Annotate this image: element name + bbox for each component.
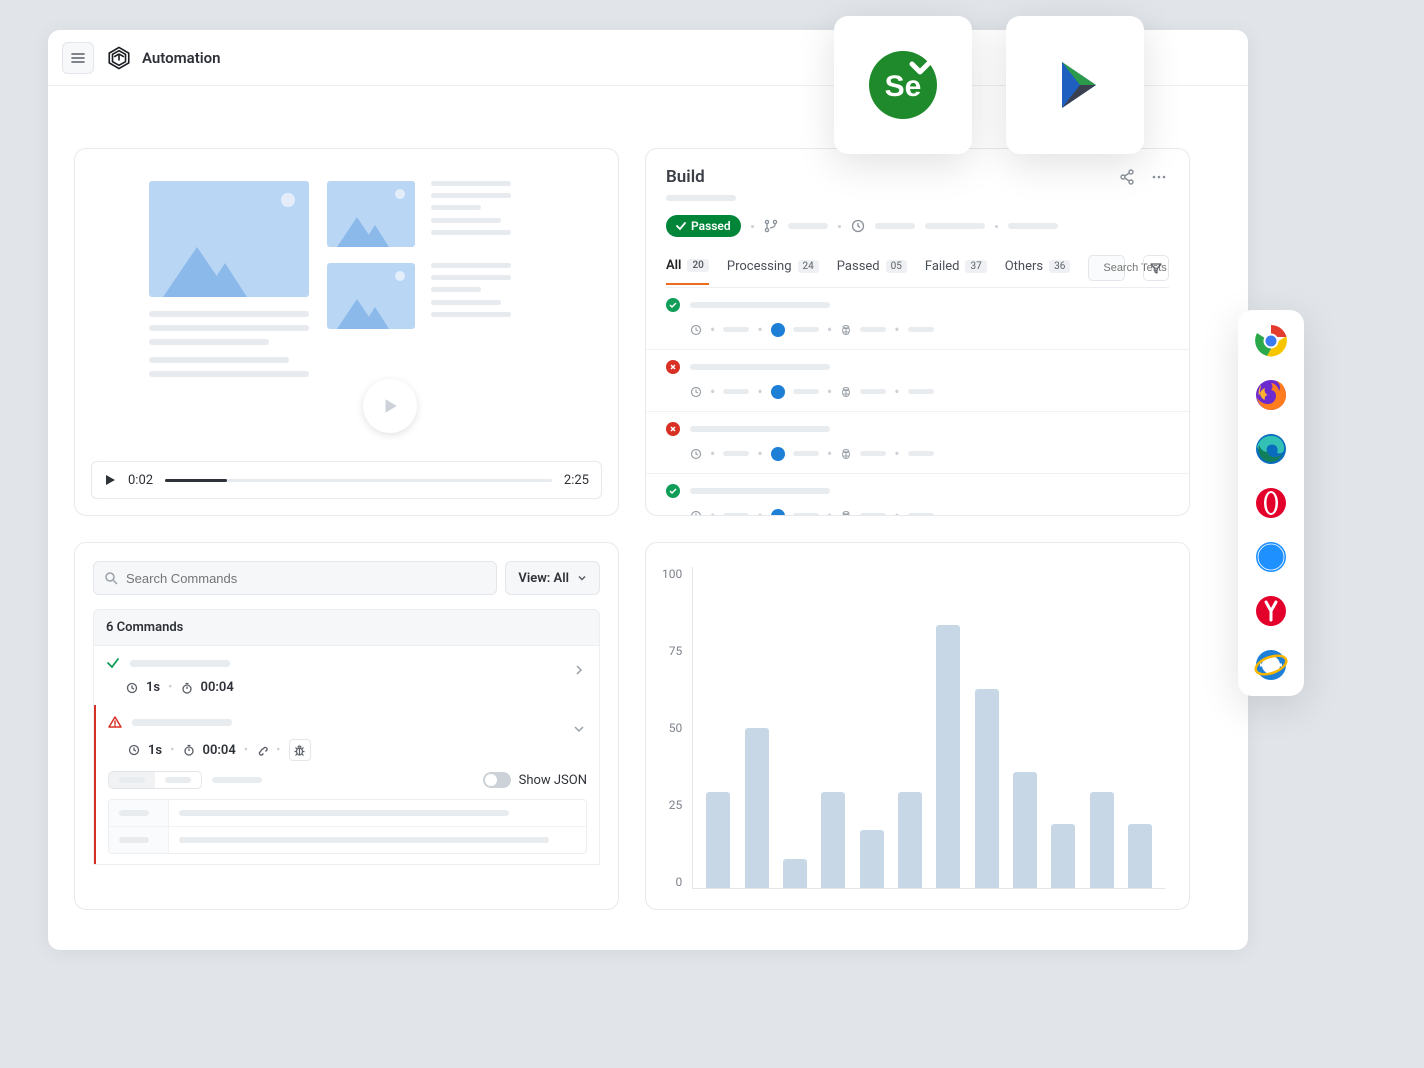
play-button[interactable] [363, 379, 417, 433]
status-badge: Passed [666, 215, 741, 237]
chart-bar [975, 689, 999, 888]
video-duration: 2:25 [564, 473, 589, 488]
chart-bar [860, 830, 884, 888]
chart-bar [1051, 824, 1075, 888]
menu-button[interactable] [62, 42, 94, 74]
command-tag [108, 771, 202, 789]
browser-list [1238, 310, 1304, 696]
thumbnail-small [327, 181, 415, 247]
more-button[interactable] [1149, 167, 1169, 187]
warning-icon [108, 715, 122, 729]
build-tabs: All20 Processing24 Passed05 Failed37 Others3… [666, 255, 1169, 288]
chevron-right-icon [573, 664, 585, 676]
stopwatch-icon [181, 682, 193, 694]
thumbnail-large [149, 181, 309, 297]
chart-card: 1007550250 [645, 542, 1190, 910]
check-icon [106, 656, 120, 670]
play-logo-icon [1040, 50, 1110, 120]
view-select[interactable]: View: All [505, 561, 600, 595]
selenium-card: Se [834, 16, 972, 154]
chart-bar [1128, 824, 1152, 888]
chevron-down-icon [577, 573, 587, 583]
stopwatch-icon [183, 744, 195, 756]
tab-others[interactable]: Others36 [1005, 259, 1071, 284]
more-icon [1151, 169, 1167, 185]
video-current-time: 0:02 [128, 473, 153, 488]
chart-bar [1013, 772, 1037, 888]
chrome-icon [1254, 324, 1288, 358]
search-icon [104, 571, 118, 585]
play-small-icon[interactable] [104, 474, 116, 486]
commands-count: 6 Commands [93, 609, 600, 646]
chevron-down-icon [573, 723, 585, 735]
tab-passed[interactable]: Passed05 [837, 259, 907, 284]
chart-bar [898, 792, 922, 888]
safari-icon [1254, 540, 1288, 574]
command-detail-table [108, 799, 587, 854]
bar-chart [692, 567, 1165, 889]
hamburger-icon [70, 50, 86, 66]
ie-icon [1254, 648, 1288, 682]
app-title: Automation [142, 49, 221, 67]
build-title: Build [666, 167, 705, 187]
link-icon [256, 744, 268, 756]
thumbnail-small [327, 263, 415, 329]
selenium-icon: Se [864, 46, 942, 124]
show-json-toggle[interactable] [483, 772, 511, 788]
chart-bar [936, 625, 960, 888]
command-item[interactable]: 1s • 00:04 • • [94, 705, 599, 864]
clock-icon [851, 219, 865, 233]
share-button[interactable] [1117, 167, 1137, 187]
chart-bar [821, 792, 845, 888]
clock-icon [126, 682, 138, 694]
bug-icon [293, 744, 306, 757]
search-commands-input[interactable] [93, 561, 497, 595]
commands-card: View: All 6 Commands 1s • 00:0 [74, 542, 619, 910]
bug-button[interactable] [289, 739, 311, 761]
play-icon [381, 397, 399, 415]
filter-button[interactable] [1143, 255, 1169, 281]
chart-bar [745, 728, 769, 889]
video-preview-card: 0:02 2:25 [74, 148, 619, 516]
playwright-card [1006, 16, 1144, 154]
video-scrubber[interactable] [165, 479, 552, 482]
tab-failed[interactable]: Failed37 [925, 259, 987, 284]
tab-all[interactable]: All20 [666, 258, 709, 285]
show-json-label: Show JSON [519, 773, 587, 788]
firefox-icon [1254, 378, 1288, 412]
clock-icon [128, 744, 140, 756]
chart-bar [783, 859, 807, 888]
branch-icon [764, 219, 778, 233]
yandex-icon [1254, 594, 1288, 628]
opera-icon [1254, 486, 1288, 520]
svg-text:Se: Se [885, 70, 922, 103]
chart-bar [1090, 792, 1114, 888]
build-card: Build Passed [645, 148, 1190, 516]
app-window: Automation [48, 30, 1248, 950]
share-icon [1119, 169, 1135, 185]
edge-icon [1254, 432, 1288, 466]
filter-icon [1150, 262, 1162, 274]
test-row[interactable]: •••• [646, 350, 1189, 412]
app-logo-icon [106, 45, 132, 71]
check-icon [676, 221, 686, 231]
tab-processing[interactable]: Processing24 [727, 259, 819, 284]
test-row[interactable]: •••• [646, 474, 1189, 516]
test-row[interactable]: •••• [646, 412, 1189, 474]
test-row[interactable]: •••• [646, 288, 1189, 350]
video-controls: 0:02 2:25 [91, 461, 602, 499]
search-tests-input[interactable] [1088, 255, 1125, 281]
chart-bar [706, 792, 730, 888]
command-item[interactable]: 1s • 00:04 [94, 646, 599, 705]
